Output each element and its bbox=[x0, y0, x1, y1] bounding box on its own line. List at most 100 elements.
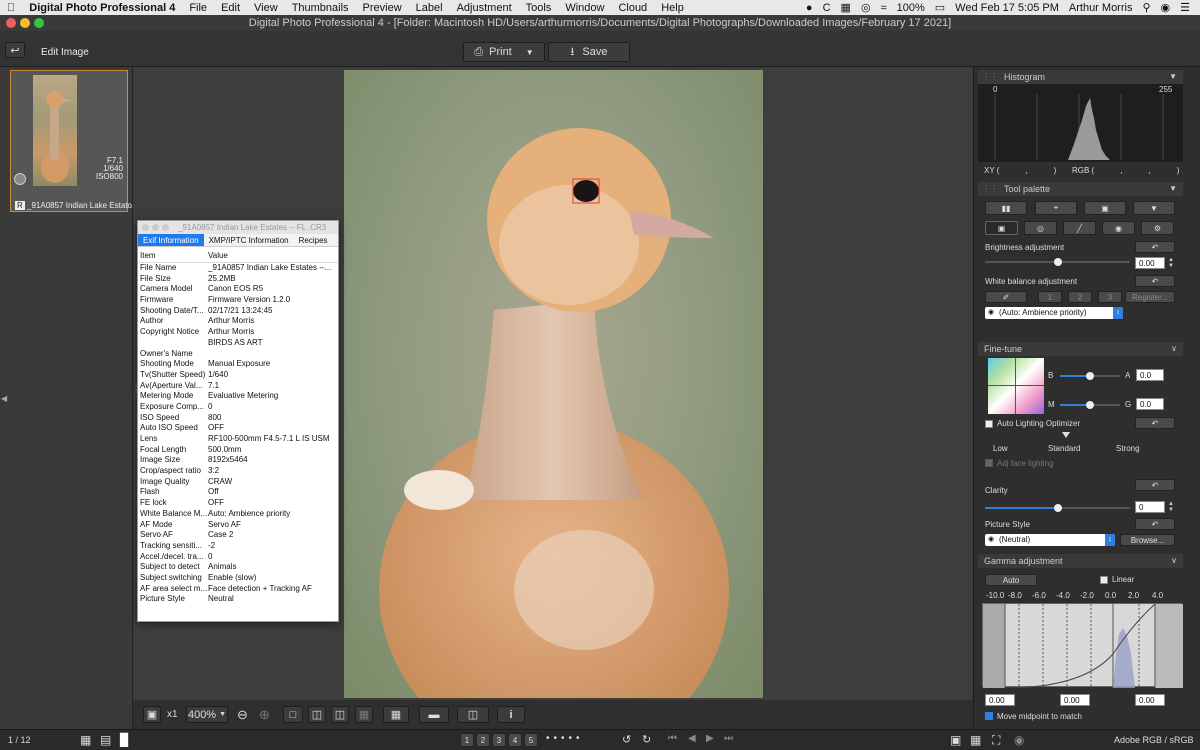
adj-face-checkbox[interactable] bbox=[985, 459, 993, 467]
split-view-button[interactable]: ◫ bbox=[331, 706, 349, 723]
display-mode-button[interactable]: ◫ bbox=[457, 706, 489, 723]
wb-slot-1[interactable]: 1 bbox=[1038, 291, 1062, 303]
style-reset-button[interactable]: ↶ bbox=[1135, 518, 1175, 530]
tool-tab-crop[interactable]: ⌖ bbox=[1035, 201, 1077, 215]
gamma-mid-value[interactable]: 0.00 bbox=[1060, 694, 1090, 706]
chevron-down-icon[interactable]: ▼ bbox=[1169, 182, 1177, 196]
brightness-value-field[interactable]: 0.00 bbox=[1135, 257, 1165, 269]
battery-icon[interactable]: ▭ bbox=[935, 1, 945, 14]
exif-table-row[interactable]: Exposure Comp... 0 bbox=[138, 402, 338, 413]
last-image-icon[interactable]: ⏭ bbox=[724, 733, 733, 744]
exif-table-row[interactable]: Firmware Firmware Version 1.2.0 bbox=[138, 295, 338, 306]
battery-percent[interactable]: 100% bbox=[897, 2, 925, 14]
wb-slot-3[interactable]: 3 bbox=[1098, 291, 1122, 303]
zoom-window-icon[interactable] bbox=[34, 18, 44, 28]
thumbnail-grid-icon[interactable]: ▦ bbox=[80, 733, 91, 747]
exif-table-row[interactable]: Auto ISO Speed OFF bbox=[138, 423, 338, 434]
exif-table-row[interactable]: File Size 25.2MB bbox=[138, 274, 338, 285]
exif-table-row[interactable]: Subject switching Enable (slow) bbox=[138, 573, 338, 584]
tool-tab-settings[interactable]: ⚙ bbox=[1141, 221, 1174, 235]
exif-table-row[interactable]: Tv(Shutter Speed) 1/640 bbox=[138, 370, 338, 381]
color-wheel-grid[interactable] bbox=[988, 358, 1044, 414]
exif-table-row[interactable]: Picture Style Neutral bbox=[138, 594, 338, 605]
save-button[interactable]: ⭳ Save bbox=[548, 42, 630, 62]
rating-5[interactable]: 5 bbox=[524, 733, 538, 747]
alo-reset-button[interactable]: ↶ bbox=[1135, 417, 1175, 429]
rotate-right-icon[interactable]: ↻ bbox=[642, 733, 651, 746]
menu-preview[interactable]: Preview bbox=[356, 2, 409, 14]
label-dots-icon[interactable]: ••••• bbox=[546, 733, 584, 744]
exif-zoom-icon[interactable] bbox=[162, 224, 169, 231]
edit-view-icon[interactable]: ▉ bbox=[120, 733, 129, 747]
exif-close-icon[interactable] bbox=[142, 224, 149, 231]
single-pane-icon[interactable]: ▣ bbox=[950, 733, 961, 747]
gamma-header[interactable]: Gamma adjustment ∨ bbox=[978, 554, 1183, 568]
left-collapse-arrow-icon[interactable]: ◀ bbox=[1, 394, 7, 403]
exif-table-row[interactable]: Crop/aspect ratio 3:2 bbox=[138, 466, 338, 477]
zoom-in-icon[interactable]: ⊕ bbox=[259, 707, 270, 723]
actual-size-button[interactable]: x1 bbox=[167, 709, 178, 720]
menu-clock[interactable]: Wed Feb 17 5:05 PM bbox=[955, 2, 1059, 14]
menu-adjustment[interactable]: Adjustment bbox=[450, 2, 519, 14]
prev-image-icon[interactable]: ◀ bbox=[688, 733, 696, 744]
ba-value-field[interactable]: 0.0 bbox=[1136, 369, 1164, 381]
chevron-down-icon[interactable]: ▼ bbox=[1169, 70, 1177, 84]
fine-tune-header[interactable]: Fine-tune ∨ bbox=[978, 342, 1183, 356]
brightness-stepper[interactable]: ▲ ▼ bbox=[1168, 257, 1174, 269]
exif-table-row[interactable]: Tracking sensiti... -2 bbox=[138, 541, 338, 552]
rotate-left-icon[interactable]: ↺ bbox=[622, 733, 631, 746]
menu-tools[interactable]: Tools bbox=[519, 2, 559, 14]
wb-preset-select[interactable]: ◉ (Auto: Ambience priority) ↕ bbox=[985, 307, 1123, 319]
control-center-icon[interactable]: ☰ bbox=[1180, 1, 1190, 14]
picture-style-select[interactable]: ◉ (Neutral) ↕ bbox=[985, 534, 1115, 546]
rating-3[interactable]: 3 bbox=[492, 733, 506, 747]
rating-1[interactable]: 1 bbox=[460, 733, 474, 747]
creative-cloud-icon[interactable]: ● bbox=[806, 2, 813, 14]
menu-file[interactable]: File bbox=[182, 2, 214, 14]
histogram-pane-icon[interactable]: ▦ bbox=[970, 733, 981, 747]
next-image-icon[interactable]: ▶ bbox=[706, 733, 714, 744]
clarity-slider[interactable] bbox=[985, 504, 1130, 512]
grid-button[interactable]: ▦ bbox=[383, 706, 409, 723]
search-status-icon[interactable]: ◎ bbox=[861, 1, 871, 14]
menu-edit[interactable]: Edit bbox=[214, 2, 247, 14]
menu-user[interactable]: Arthur Morris bbox=[1069, 2, 1133, 14]
tool-tab-basic[interactable]: ▮▮ bbox=[985, 201, 1027, 215]
tab-xmp-iptc[interactable]: XMP/IPTC Information bbox=[204, 234, 294, 246]
exif-table-row[interactable]: White Balance M... Auto: Ambience priorit… bbox=[138, 509, 338, 520]
spotlight-search-icon[interactable]: ⚲ bbox=[1142, 1, 1150, 14]
collapse-icon[interactable]: ∨ bbox=[1171, 554, 1177, 568]
filmstrip-icon[interactable]: ▤ bbox=[100, 733, 111, 747]
exif-table-row[interactable]: Owner's Name bbox=[138, 349, 338, 360]
gamma-auto-button[interactable]: Auto bbox=[985, 574, 1037, 586]
main-photo[interactable] bbox=[344, 70, 763, 698]
exif-table-row[interactable]: Copyright Notice Arthur Morris bbox=[138, 327, 338, 338]
tab-exif-information[interactable]: Exif Information bbox=[138, 234, 204, 246]
alo-checkbox[interactable] bbox=[985, 420, 993, 428]
drag-handle-icon[interactable]: ⋮⋮ bbox=[982, 70, 998, 84]
ba-slider[interactable] bbox=[1060, 372, 1120, 380]
exif-minimize-icon[interactable] bbox=[152, 224, 159, 231]
exif-table-row[interactable]: Shooting Mode Manual Exposure bbox=[138, 359, 338, 370]
exif-table-row[interactable]: BIRDS AS ART bbox=[138, 338, 338, 349]
grid-status-icon[interactable]: ▦ bbox=[841, 1, 851, 14]
thumbnail-item[interactable]: F7.1 1/640 ISO800 R _91A0857 Indian Lake… bbox=[10, 70, 139, 212]
exif-table-row[interactable]: Author Arthur Morris bbox=[138, 316, 338, 327]
exif-info-window[interactable]: _91A0857 Indian Lake Estates -- FL .CR3 … bbox=[137, 220, 339, 622]
gamma-curve-area[interactable] bbox=[982, 603, 1183, 689]
menu-help[interactable]: Help bbox=[654, 2, 691, 14]
mg-slider[interactable] bbox=[1060, 401, 1120, 409]
clarity-stepper[interactable]: ▲ ▼ bbox=[1168, 501, 1174, 513]
exif-table-row[interactable]: FE lock OFF bbox=[138, 498, 338, 509]
tool-tab-color[interactable]: ◉ bbox=[1102, 221, 1135, 235]
menu-cloud[interactable]: Cloud bbox=[611, 2, 654, 14]
exif-table-row[interactable]: Servo AF Case 2 bbox=[138, 530, 338, 541]
mg-slider-knob[interactable] bbox=[1086, 401, 1094, 409]
exif-table-row[interactable]: Focal Length 500.0mm bbox=[138, 445, 338, 456]
clarity-value-field[interactable]: 0 bbox=[1135, 501, 1165, 513]
tool-tab-lens[interactable]: ◎ bbox=[1024, 221, 1057, 235]
exif-table-row[interactable]: Shooting Date/T... 02/17/21 13:24:45 bbox=[138, 306, 338, 317]
brightness-reset-button[interactable]: ↶ bbox=[1135, 241, 1175, 253]
exif-table-row[interactable]: Flash Off bbox=[138, 487, 338, 498]
menu-window[interactable]: Window bbox=[558, 2, 611, 14]
